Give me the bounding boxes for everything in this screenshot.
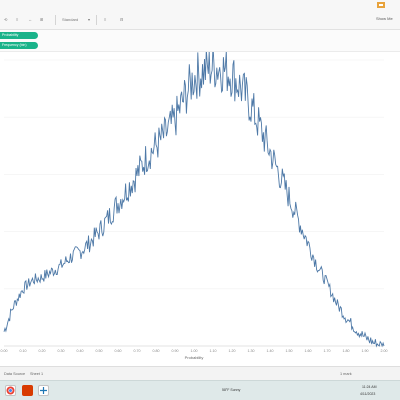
marks-info: 1 mark [340,372,352,376]
tableau-logo-icon [377,2,385,8]
presentation-button[interactable]: ⊟ [120,16,123,24]
x-tick-label: 1.70 [324,349,331,353]
x-tick-label: 0.50 [96,349,103,353]
x-tick-label: 0.60 [115,349,122,353]
x-tick-label: 0.40 [77,349,84,353]
fit-dropdown[interactable]: Standard [62,16,78,24]
x-tick-label: 1.90 [362,349,369,353]
toolbar-divider [55,15,56,25]
x-tick-label: 0.00 [1,349,8,353]
labels-button[interactable]: ≡ [104,16,106,24]
x-tick-label: 1.40 [267,349,274,353]
tab-sheet-1[interactable]: Sheet 1 [30,370,43,378]
x-tick-label: 1.00 [191,349,198,353]
x-tick-label: 1.20 [229,349,236,353]
x-tick-label: 0.20 [39,349,46,353]
x-tick-label: 1.10 [210,349,217,353]
x-tick-label: 1.60 [305,349,312,353]
tableau-window: ⟲ ≡ ↔ ⊞ Standard ▾ ≡ ⊟ Show Me Probabili… [0,0,400,400]
taskbar: 58°F Sunny 11:24 AM 4/11/2023 [0,380,400,400]
grid-button[interactable]: ⊞ [40,16,43,24]
x-tick-label: 0.80 [153,349,160,353]
chart-area[interactable]: 0.00 0.10 0.20 0.30 0.40 0.50 0.60 0.70 0.80 0.90… [0,52,400,366]
menu-button[interactable]: ≡ [16,16,18,24]
chrome-icon[interactable] [5,385,16,396]
tab-data-source[interactable]: Data Source [4,370,25,378]
swap-button[interactable]: ↔ [28,16,32,24]
shelves: Probability Frequency (bin) [0,30,400,52]
status-bar: Data Source Sheet 1 1 mark [0,366,400,380]
undo-button[interactable]: ⟲ [4,16,7,24]
x-tick-label: 0.70 [134,349,141,353]
x-tick-label: 0.10 [20,349,27,353]
show-me-button[interactable]: Show Me [376,14,393,24]
x-tick-label: 1.50 [286,349,293,353]
x-tick-label: 0.90 [172,349,179,353]
tableau-taskbar-icon[interactable] [38,385,49,396]
x-tick-label: 1.30 [248,349,255,353]
toolbar-divider [96,15,97,25]
clock-date[interactable]: 4/11/2023 [360,391,375,397]
weather-label[interactable]: 58°F Sunny [222,387,240,393]
x-tick-label: 0.30 [58,349,65,353]
x-tick-label: 1.80 [343,349,350,353]
x-axis-title: Probability [185,355,204,360]
clock-time[interactable]: 11:24 AM [362,384,377,390]
x-tick-label: 2.00 [381,349,388,353]
chevron-down-icon[interactable]: ▾ [88,16,90,24]
series-line[interactable] [3,52,385,348]
powerpoint-icon[interactable] [22,385,33,396]
toolbar: ⟲ ≡ ↔ ⊞ Standard ▾ ≡ ⊟ Show Me [0,0,400,30]
rows-pill[interactable]: Frequency (bin) [0,42,38,49]
columns-pill[interactable]: Probability [0,32,38,39]
line-chart: 0.00 0.10 0.20 0.30 0.40 0.50 0.60 0.70 0.80 0.90… [1,52,388,360]
